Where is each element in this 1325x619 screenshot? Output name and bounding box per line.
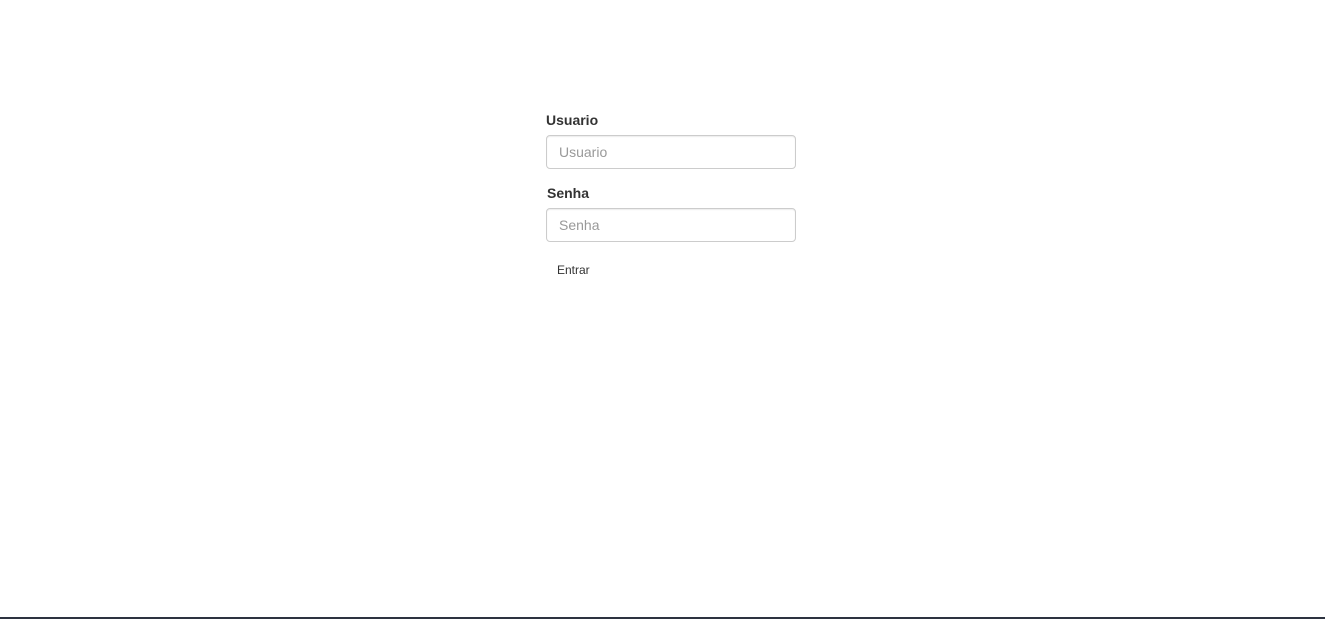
- username-label: Usuario: [546, 112, 599, 128]
- login-form: Usuario Senha Entrar: [546, 110, 796, 280]
- password-label: Senha: [547, 185, 590, 201]
- password-input[interactable]: [546, 208, 796, 242]
- login-page: Usuario Senha Entrar: [0, 0, 1325, 619]
- username-input[interactable]: [546, 135, 796, 169]
- login-button[interactable]: Entrar: [546, 260, 601, 280]
